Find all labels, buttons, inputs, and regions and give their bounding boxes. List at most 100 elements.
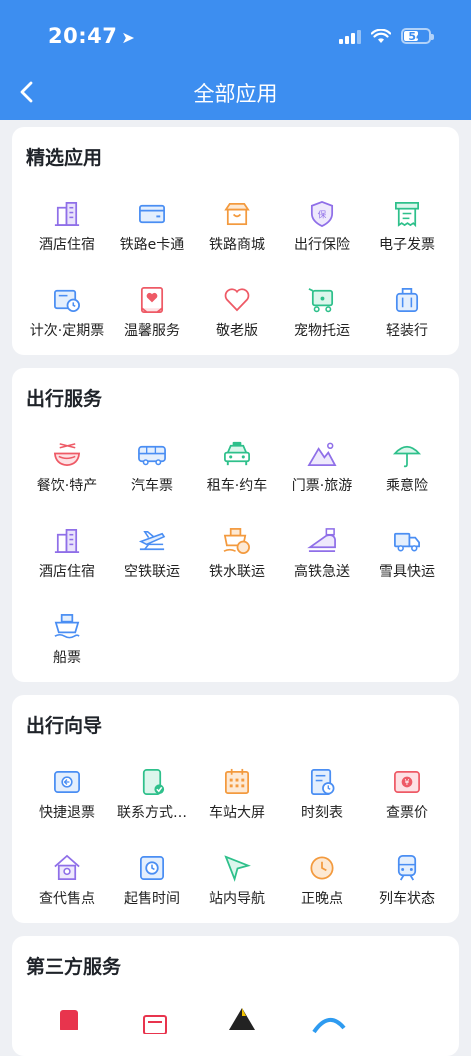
app-item-pet-cart[interactable]: 宠物托运 (279, 285, 365, 345)
app-item-label: 租车·约车 (206, 478, 268, 494)
app-item-shop[interactable]: 铁路商城 (194, 199, 280, 259)
app-item-phone-check[interactable]: 联系方式… (109, 767, 195, 827)
app-item-plane-train[interactable]: 空铁联运 (109, 526, 195, 586)
taxi-icon (224, 441, 250, 466)
section-travel-services: 出行服务 餐饮·特产 汽车票 租车·约车 门票·旅游 乘意险酒店住宿 空铁联运 铁水联运 高铁… (12, 368, 459, 682)
umbrella-icon (392, 445, 422, 468)
app-item-label: 汽车票 (131, 478, 173, 494)
location-arrow-icon: ➤ (121, 28, 136, 47)
app-item-label: 计次·定期票 (29, 323, 105, 339)
clock-ticket-icon (140, 856, 164, 880)
app-item-label: 电子发票 (379, 237, 435, 253)
third-party-app-icon[interactable] (54, 1010, 84, 1030)
app-item-label: 高铁急送 (294, 564, 350, 580)
plane-train-icon (138, 531, 166, 551)
app-item-ship[interactable]: 船票 (24, 612, 110, 672)
section-title: 精选应用 (26, 147, 103, 169)
refund-ticket-icon (54, 770, 80, 794)
shop-icon (224, 202, 250, 226)
app-item-taxi[interactable]: 租车·约车 (194, 440, 280, 500)
app-item-label: 轻装行 (386, 323, 428, 339)
section-third-party-services: 第三方服务 (12, 936, 459, 1056)
app-item-label: 空铁联运 (124, 564, 180, 580)
app-item-ticket-clock[interactable]: 计次·定期票 (24, 285, 110, 345)
ship-train-icon (223, 528, 250, 554)
app-item-navigation-arrow[interactable]: 站内导航 (194, 853, 280, 913)
app-item-noodle-bowl[interactable]: 餐饮·特产 (24, 440, 110, 500)
app-item-label: 乘意险 (386, 478, 428, 494)
app-item-invoice[interactable]: 电子发票 (364, 199, 450, 259)
app-item-label: 宠物托运 (294, 323, 350, 339)
app-item-label: 船票 (53, 650, 81, 666)
section-featured-apps: 精选应用 酒店住宿 铁路e卡通 铁路商城保出行保险 电子发票 计次·定期票 温馨服务 敬老版… (12, 127, 459, 355)
ship-icon (54, 614, 80, 639)
truck-icon (394, 532, 420, 552)
app-item-mountain[interactable]: 门票·旅游 (279, 440, 365, 500)
app-item-label: 铁路商城 (209, 237, 265, 253)
signal-icon (339, 28, 361, 44)
battery-icon: 54 (401, 28, 434, 44)
status-time-text: 20:47 (48, 24, 118, 48)
phone-check-icon (142, 769, 165, 795)
app-item-truck[interactable]: 雪具快运 (364, 526, 450, 586)
app-item-heart-doc[interactable]: 温馨服务 (109, 285, 195, 345)
building-icon (54, 202, 80, 227)
section-title: 出行服务 (26, 388, 103, 410)
app-item-label: 出行保险 (294, 237, 350, 253)
app-item-label: 车站大屏 (209, 805, 265, 821)
app-item-label: 温馨服务 (124, 323, 180, 339)
app-item-label: 快捷退票 (39, 805, 95, 821)
app-item-label: 查代售点 (39, 891, 95, 907)
app-item-label: 餐饮·特产 (36, 478, 98, 494)
app-item-label: 雪具快运 (379, 564, 435, 580)
app-item-bus[interactable]: 汽车票 (109, 440, 195, 500)
app-item-shield[interactable]: 保出行保险 (279, 199, 365, 259)
mountain-icon (307, 442, 337, 467)
section-title: 出行向导 (26, 715, 103, 737)
app-item-label: 酒店住宿 (39, 564, 95, 580)
page-title: 全部应用 (193, 82, 278, 106)
wifi-icon (371, 28, 391, 43)
heart-icon (224, 288, 250, 312)
app-item-label: 铁路e卡通 (119, 237, 185, 253)
section-title: 第三方服务 (26, 956, 122, 978)
shield-icon: 保 (310, 200, 334, 228)
app-item-building[interactable]: 酒店住宿 (24, 199, 110, 259)
app-item-umbrella[interactable]: 乘意险 (364, 440, 450, 500)
luggage-icon (395, 288, 419, 312)
navigation-arrow-icon (224, 855, 251, 882)
third-party-app-icon[interactable] (227, 1008, 257, 1030)
app-item-card[interactable]: 铁路e卡通 (109, 199, 195, 259)
house-icon (54, 854, 80, 880)
heart-doc-icon (140, 287, 164, 313)
app-item-house[interactable]: 查代售点 (24, 853, 110, 913)
app-item-label: 起售时间 (124, 891, 180, 907)
section-travel-guide: 出行向导 快捷退票 联系方式… 车站大屏 时刻表 ¥ 查票价查代售点 起售时间 站内导航 正晚点… (12, 695, 459, 923)
app-item-ship-train[interactable]: 铁水联运 (194, 526, 280, 586)
app-item-refund-ticket[interactable]: 快捷退票 (24, 767, 110, 827)
app-item-heart[interactable]: 敬老版 (194, 285, 280, 345)
battery-level: 54 (408, 29, 424, 43)
app-item-bullet-train[interactable]: 高铁急送 (279, 526, 365, 586)
app-item-label: 门票·旅游 (291, 478, 353, 494)
bus-icon (138, 445, 166, 466)
third-party-app-icon[interactable] (312, 1014, 346, 1034)
noodle-bowl-icon (53, 443, 81, 467)
app-header: 20:47 ➤ 54 全部应用 (0, 0, 471, 120)
app-item-label: 酒店住宿 (39, 237, 95, 253)
app-item-clock[interactable]: 正晚点 (279, 853, 365, 913)
svg-text:¥: ¥ (405, 778, 410, 787)
app-item-label: 正晚点 (301, 891, 343, 907)
app-item-calendar-grid[interactable]: 车站大屏 (194, 767, 280, 827)
third-party-app-icon[interactable] (140, 1014, 170, 1034)
app-item-building[interactable]: 酒店住宿 (24, 526, 110, 586)
calendar-grid-icon (225, 768, 249, 794)
app-item-price-ticket[interactable]: ¥ 查票价 (364, 767, 450, 827)
app-item-luggage[interactable]: 轻装行 (364, 285, 450, 345)
invoice-icon (395, 202, 419, 228)
app-item-clock-ticket[interactable]: 起售时间 (109, 853, 195, 913)
app-item-train[interactable]: 列车状态 (364, 853, 450, 913)
app-item-label: 敬老版 (216, 323, 258, 339)
building-icon (54, 529, 80, 553)
app-item-timetable[interactable]: 时刻表 (279, 767, 365, 827)
